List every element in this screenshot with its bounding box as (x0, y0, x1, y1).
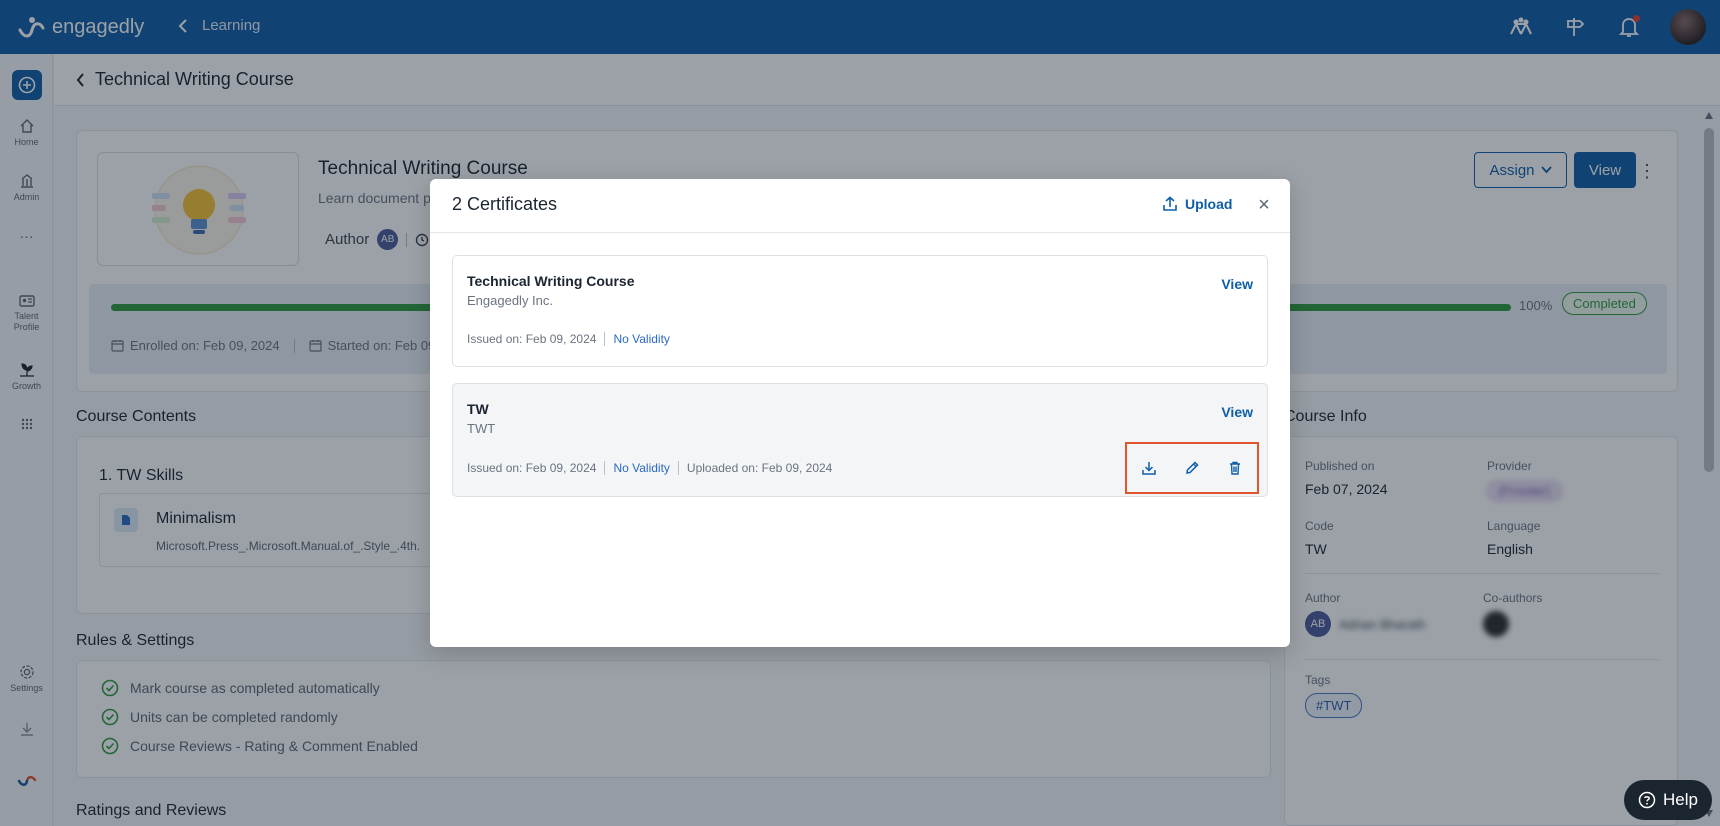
validity-text: No Validity (613, 461, 670, 475)
upload-icon (1163, 196, 1177, 211)
validity-text: No Validity (613, 332, 670, 346)
uploaded-date: Uploaded on: Feb 09, 2024 (686, 461, 833, 475)
certificate-name: Technical Writing Course (467, 273, 635, 289)
divider (604, 461, 606, 475)
upload-label: Upload (1185, 196, 1233, 212)
certificates-modal: 2 Certificates Upload × Technical Writin… (430, 179, 1290, 647)
certificate-meta: Issued on: Feb 09, 2024 No Validity Uplo… (467, 461, 832, 475)
view-certificate-link[interactable]: View (1221, 404, 1253, 420)
divider (677, 461, 679, 475)
question-circle-icon (1638, 791, 1656, 809)
issued-date: Issued on: Feb 09, 2024 (467, 461, 597, 475)
upload-button[interactable]: Upload (1162, 196, 1232, 212)
close-icon[interactable]: × (1254, 194, 1274, 216)
divider (604, 332, 606, 346)
certificate-actions (1125, 442, 1259, 494)
help-label: Help (1663, 790, 1698, 809)
certificate-org: TWT (467, 421, 496, 436)
trash-icon[interactable] (1223, 456, 1247, 480)
view-certificate-link[interactable]: View (1221, 276, 1253, 292)
help-button[interactable]: Help (1624, 780, 1712, 820)
certificate-meta: Issued on: Feb 09, 2024 No Validity (467, 332, 670, 346)
modal-title: 2 Certificates (452, 194, 558, 214)
certificate-org: Engagedly Inc. (467, 293, 554, 308)
certificate-name: TW (467, 401, 489, 417)
certificate-card: TW TWT View Issued on: Feb 09, 2024 No V… (452, 383, 1268, 497)
download-icon[interactable] (1137, 456, 1161, 480)
issued-date: Issued on: Feb 09, 2024 (467, 332, 597, 346)
certificate-card: Technical Writing Course Engagedly Inc. … (452, 255, 1268, 367)
modal-header: 2 Certificates Upload × (430, 179, 1290, 233)
edit-icon[interactable] (1180, 456, 1204, 480)
